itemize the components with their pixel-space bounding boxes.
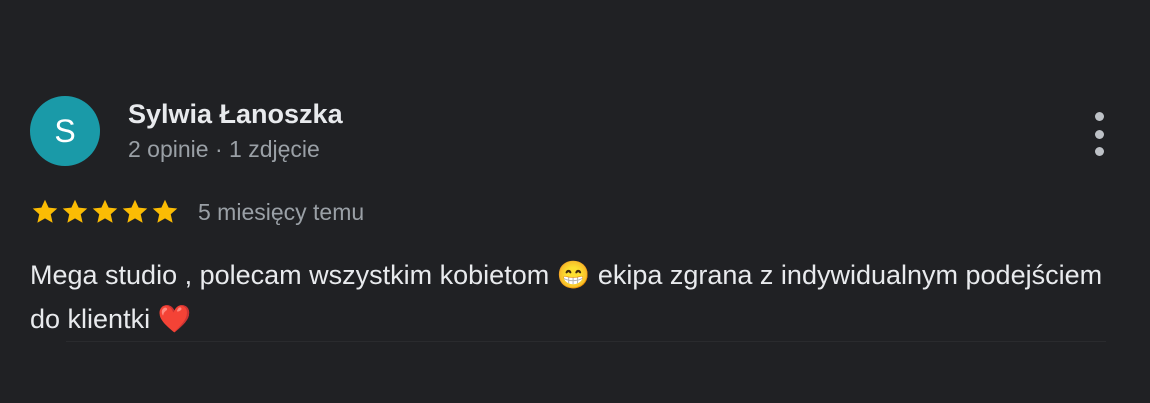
more-options-button[interactable] bbox=[1084, 112, 1114, 156]
star-icon bbox=[90, 197, 120, 227]
rating-row: 5 miesięcy temu bbox=[30, 194, 364, 230]
more-vert-icon-dot bbox=[1094, 112, 1104, 121]
star-icon bbox=[120, 197, 150, 227]
grinning-emoji: 😁 bbox=[556, 260, 591, 290]
review-header: S Sylwia Łanoszka 2 opinie · 1 zdjęcie bbox=[30, 96, 343, 166]
review-text: Mega studio , polecam wszystkim kobietom… bbox=[30, 253, 1120, 341]
review-time: 5 miesięcy temu bbox=[198, 198, 365, 225]
heart-emoji: ❤️ bbox=[157, 304, 192, 334]
author-info: Sylwia Łanoszka 2 opinie · 1 zdjęcie bbox=[128, 97, 343, 165]
review-card: S Sylwia Łanoszka 2 opinie · 1 zdjęcie 5… bbox=[0, 0, 1150, 403]
divider bbox=[66, 341, 1106, 342]
more-vert-icon-dot bbox=[1094, 129, 1104, 139]
more-vert-icon-dot bbox=[1094, 147, 1104, 156]
star-icon bbox=[30, 197, 60, 227]
author-meta: 2 opinie · 1 zdjęcie bbox=[128, 136, 320, 162]
star-rating bbox=[30, 197, 180, 227]
star-icon bbox=[150, 197, 180, 227]
author-name[interactable]: Sylwia Łanoszka bbox=[128, 97, 343, 131]
star-icon bbox=[60, 197, 90, 227]
review-text-part: Mega studio , polecam wszystkim kobietom bbox=[30, 260, 557, 290]
avatar[interactable]: S bbox=[30, 96, 100, 166]
